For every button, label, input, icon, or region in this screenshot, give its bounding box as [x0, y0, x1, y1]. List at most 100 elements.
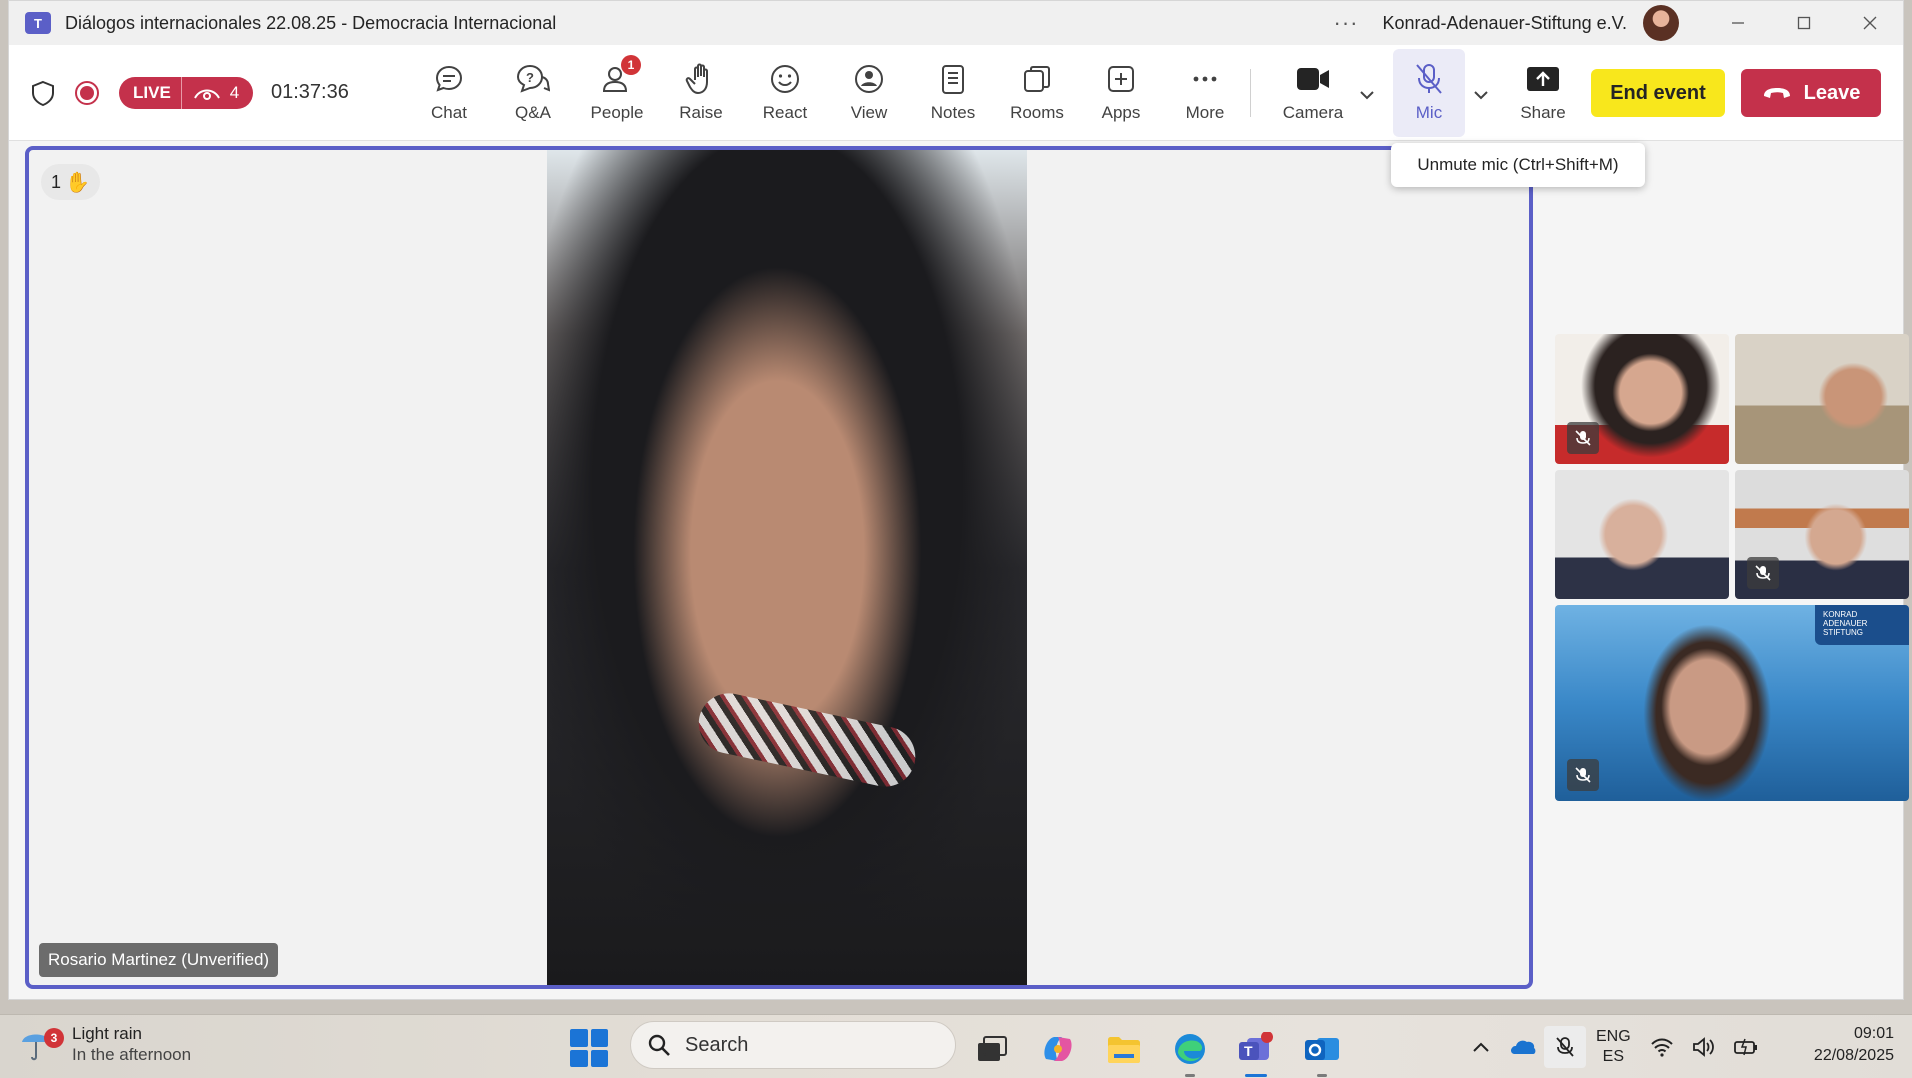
- hand-icon: [683, 61, 719, 97]
- apps-button[interactable]: Apps: [1081, 45, 1161, 141]
- clock-time: 09:01: [1853, 1025, 1894, 1042]
- view-label: View: [850, 103, 888, 122]
- clock-date: 22/08/2025: [1813, 1046, 1894, 1064]
- notes-button[interactable]: Notes: [913, 45, 993, 141]
- view-icon: [851, 61, 887, 97]
- react-button[interactable]: React: [745, 45, 825, 141]
- main-stage[interactable]: 1 ✋ Rosario Martinez (Unverified): [25, 146, 1533, 989]
- live-label: LIVE: [119, 77, 182, 109]
- camera-button[interactable]: Camera: [1273, 45, 1353, 141]
- weather-forecast: In the afternoon: [72, 1045, 192, 1065]
- volume-icon[interactable]: [1683, 1026, 1725, 1068]
- window-title: Diálogos internacionales 22.08.25 - Demo…: [65, 12, 557, 33]
- edge-icon[interactable]: [1168, 1027, 1212, 1077]
- notes-icon: [935, 61, 971, 97]
- weather-condition: Light rain: [72, 1024, 142, 1043]
- participant-tile[interactable]: [1555, 334, 1729, 464]
- mic-label: Mic: [1415, 103, 1443, 122]
- weather-alert-badge: 3: [44, 1028, 64, 1049]
- umbrella-icon: 3: [20, 1024, 64, 1064]
- mic-off-tray-icon[interactable]: [1544, 1026, 1586, 1068]
- copilot-icon[interactable]: [1036, 1027, 1080, 1071]
- active-indicator: [1245, 1074, 1267, 1077]
- meeting-toolbar: LIVE 4 01:37:36 Chat ? Q&A 1 People Rais…: [9, 45, 1903, 141]
- teams-taskbar-icon[interactable]: T: [1234, 1027, 1278, 1077]
- rooms-button[interactable]: Rooms: [997, 45, 1077, 141]
- mic-off-icon: [1567, 759, 1599, 791]
- wifi-icon[interactable]: [1641, 1026, 1683, 1068]
- title-more-icon[interactable]: ···: [1334, 10, 1359, 36]
- outlook-icon[interactable]: [1300, 1027, 1344, 1077]
- raise-label: Raise: [679, 103, 723, 122]
- camera-label: Camera: [1282, 103, 1344, 122]
- more-button[interactable]: More: [1165, 45, 1245, 141]
- language-bottom: ES: [1602, 1048, 1624, 1065]
- toolbar-divider: [1250, 69, 1251, 117]
- live-badge[interactable]: LIVE 4: [119, 77, 253, 109]
- windows-start-icon[interactable]: [570, 1029, 608, 1067]
- raised-hands-count: 1: [51, 171, 62, 192]
- search-label: Search: [685, 1033, 749, 1056]
- mic-button[interactable]: Mic: [1393, 49, 1465, 137]
- raised-hand-icon: ✋: [65, 171, 90, 194]
- mic-off-icon: [1567, 422, 1599, 454]
- file-explorer-icon[interactable]: [1102, 1027, 1146, 1071]
- svg-text:?: ?: [526, 70, 534, 85]
- task-view-icon[interactable]: [970, 1027, 1014, 1071]
- language-indicator[interactable]: ENG ES: [1596, 1027, 1631, 1067]
- camera-options-chevron-icon[interactable]: [1357, 85, 1377, 105]
- apps-label: Apps: [1101, 103, 1141, 122]
- video-detail: [693, 687, 921, 793]
- rooms-icon: [1019, 61, 1055, 97]
- people-badge: 1: [621, 55, 641, 75]
- participant-tile[interactable]: [1555, 470, 1729, 599]
- people-button[interactable]: 1 People: [577, 45, 657, 141]
- battery-icon[interactable]: [1725, 1026, 1767, 1068]
- org-name[interactable]: Konrad-Adenauer-Stiftung e.V.: [1382, 13, 1627, 34]
- shield-icon[interactable]: [29, 79, 57, 107]
- title-bar: T Diálogos internacionales 22.08.25 - De…: [9, 1, 1903, 45]
- participant-tile[interactable]: KONRAD ADENAUER STIFTUNG: [1555, 605, 1909, 801]
- participant-tile[interactable]: [1735, 334, 1909, 464]
- teams-window: T Diálogos internacionales 22.08.25 - De…: [8, 0, 1909, 1000]
- end-event-button[interactable]: End event: [1591, 69, 1725, 117]
- meeting-timer: 01:37:36: [271, 81, 349, 103]
- windows-taskbar: 3 Light rain In the afternoon Search T E…: [0, 1014, 1912, 1078]
- speaker-video[interactable]: [547, 150, 1027, 985]
- recording-icon[interactable]: [75, 81, 99, 105]
- kas-logo: KONRAD ADENAUER STIFTUNG: [1815, 605, 1909, 645]
- react-label: React: [762, 103, 808, 122]
- hang-up-icon: [1763, 88, 1790, 98]
- participant-tile[interactable]: [1735, 470, 1909, 599]
- mic-tooltip: Unmute mic (Ctrl+Shift+M): [1391, 143, 1645, 187]
- chevron-up-icon[interactable]: [1460, 1026, 1502, 1068]
- plus-icon: [1103, 61, 1139, 97]
- qa-button[interactable]: ? Q&A: [493, 45, 573, 141]
- teams-logo-icon: T: [25, 12, 51, 34]
- svg-text:T: T: [1244, 1043, 1253, 1059]
- leave-button[interactable]: Leave: [1741, 69, 1881, 117]
- weather-widget[interactable]: 3 Light rain In the afternoon: [20, 1023, 191, 1066]
- profile-avatar[interactable]: [1643, 5, 1679, 41]
- clock[interactable]: 09:01 22/08/2025: [1814, 1023, 1894, 1066]
- taskbar-search[interactable]: Search: [630, 1021, 956, 1069]
- chat-button[interactable]: Chat: [409, 45, 489, 141]
- mic-options-chevron-icon[interactable]: [1471, 85, 1491, 105]
- title-bar-right: ··· Konrad-Adenauer-Stiftung e.V.: [1334, 1, 1904, 45]
- people-label: People: [590, 103, 644, 122]
- raised-hands-indicator[interactable]: 1 ✋: [41, 164, 100, 200]
- share-button[interactable]: Share: [1503, 45, 1583, 141]
- view-button[interactable]: View: [829, 45, 909, 141]
- search-icon: [648, 1034, 670, 1056]
- chat-label: Chat: [431, 103, 467, 122]
- raise-hand-button[interactable]: Raise: [661, 45, 741, 141]
- minimize-icon[interactable]: [1705, 1, 1771, 45]
- onedrive-icon[interactable]: [1502, 1026, 1544, 1068]
- close-icon[interactable]: [1837, 1, 1903, 45]
- ellipsis-icon: [1187, 61, 1223, 97]
- maximize-icon[interactable]: [1771, 1, 1837, 45]
- chat-icon: [431, 61, 467, 97]
- running-indicator: [1317, 1074, 1327, 1077]
- qa-label: Q&A: [515, 103, 551, 122]
- more-label: More: [1185, 103, 1225, 122]
